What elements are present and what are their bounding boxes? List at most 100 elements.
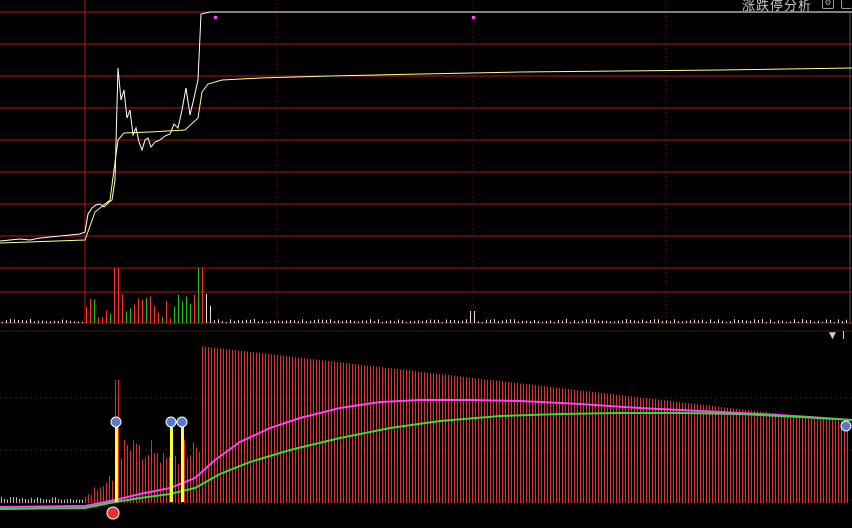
indicator-bar	[166, 458, 167, 503]
volume-bar	[622, 320, 623, 323]
volume-bar	[42, 320, 43, 323]
volume-bar	[110, 313, 111, 323]
volume-bar	[682, 321, 683, 323]
indicator-bar	[445, 374, 446, 503]
volume-bars	[2, 268, 847, 323]
indicator-bar	[28, 499, 29, 503]
volume-bar	[478, 321, 479, 323]
volume-bar	[830, 319, 831, 323]
indicator-bar	[790, 415, 791, 503]
indicator-bar	[283, 355, 284, 503]
volume-bar	[486, 319, 487, 323]
volume-bar	[790, 321, 791, 323]
gear-icon[interactable]: ⚙	[822, 0, 834, 9]
volume-bar	[374, 321, 375, 323]
indicator-bar	[346, 363, 347, 503]
volume-bar	[566, 319, 567, 323]
volume-bar	[74, 321, 75, 323]
indicator-bar	[379, 366, 380, 503]
indicator-bar	[664, 400, 665, 503]
volume-bar	[582, 320, 583, 323]
indicator-bar	[727, 407, 728, 503]
indicator-bar	[322, 360, 323, 503]
indicator-bar	[604, 393, 605, 503]
volume-bar	[574, 320, 575, 323]
indicator-bar	[40, 498, 41, 503]
volume-bar	[666, 320, 667, 323]
indicator-bar	[451, 375, 452, 503]
volume-bar	[590, 319, 591, 323]
volume-bar	[766, 321, 767, 323]
volume-bar	[546, 320, 547, 323]
chevron-down-icon[interactable]: ▼	[829, 331, 836, 341]
volume-bar	[458, 320, 459, 323]
volume-bar	[82, 321, 83, 323]
top-mark	[214, 16, 217, 19]
indicator-bar	[712, 405, 713, 503]
indicator-bar	[94, 487, 95, 503]
volume-bar	[206, 294, 207, 323]
volume-bar	[726, 321, 727, 323]
indicator-bar	[754, 410, 755, 503]
volume-bar	[818, 320, 819, 323]
window-icon[interactable]	[841, 0, 852, 9]
indicator-bar	[199, 451, 200, 503]
indicator-bar	[391, 368, 392, 503]
indicator-bar	[499, 380, 500, 503]
indicator-bar	[457, 376, 458, 503]
indicator-bar	[718, 406, 719, 503]
volume-bar	[342, 321, 343, 323]
volume-bar	[354, 320, 355, 323]
volume-bar	[386, 321, 387, 323]
indicator-bar	[610, 393, 611, 503]
indicator-bar	[61, 499, 62, 503]
indicator-bar	[82, 499, 83, 503]
indicator-bar	[397, 369, 398, 503]
volume-bar	[598, 320, 599, 323]
signal-bar	[115, 424, 118, 502]
volume-bar	[638, 321, 639, 323]
volume-bar	[178, 294, 179, 323]
volume-bar	[254, 319, 255, 323]
volume-bar	[234, 320, 235, 323]
panel-divider-handle[interactable]	[843, 331, 850, 339]
indicator-bar	[49, 499, 50, 503]
volume-bar	[54, 320, 55, 323]
volume-bar	[758, 320, 759, 323]
indicator-bar	[403, 369, 404, 503]
volume-bar	[198, 268, 199, 323]
indicator-bar	[625, 395, 626, 503]
volume-bar	[70, 320, 71, 323]
indicator-bar	[400, 369, 401, 503]
indicator-bar	[808, 417, 809, 503]
volume-bar	[618, 320, 619, 323]
volume-bar	[366, 320, 367, 323]
volume-bar	[194, 294, 195, 323]
indicator-bar	[148, 455, 149, 503]
indicator-bar	[37, 497, 38, 503]
indicator-bar	[535, 385, 536, 503]
indicator-bar	[10, 497, 11, 503]
volume-bar	[414, 321, 415, 323]
indicator-bar	[307, 358, 308, 503]
volume-bar	[454, 319, 455, 323]
indicator-bar	[355, 364, 356, 503]
indicator-bar	[232, 349, 233, 503]
volume-bar	[702, 319, 703, 323]
volume-bar	[274, 320, 275, 323]
volume-bar	[718, 319, 719, 323]
indicator-bar	[202, 346, 203, 503]
indicator-bar	[247, 351, 248, 503]
volume-bar	[446, 319, 447, 323]
volume-bar	[742, 319, 743, 323]
indicator-bar	[433, 373, 434, 503]
sell-signal-icon	[106, 506, 120, 520]
volume-bar	[542, 321, 543, 323]
indicator-bar	[106, 482, 107, 503]
indicator-bar	[274, 354, 275, 503]
indicator-bar	[259, 352, 260, 503]
volume-bar	[738, 320, 739, 323]
volume-bar	[662, 321, 663, 323]
volume-bar	[754, 319, 755, 323]
indicator-bar	[325, 360, 326, 503]
